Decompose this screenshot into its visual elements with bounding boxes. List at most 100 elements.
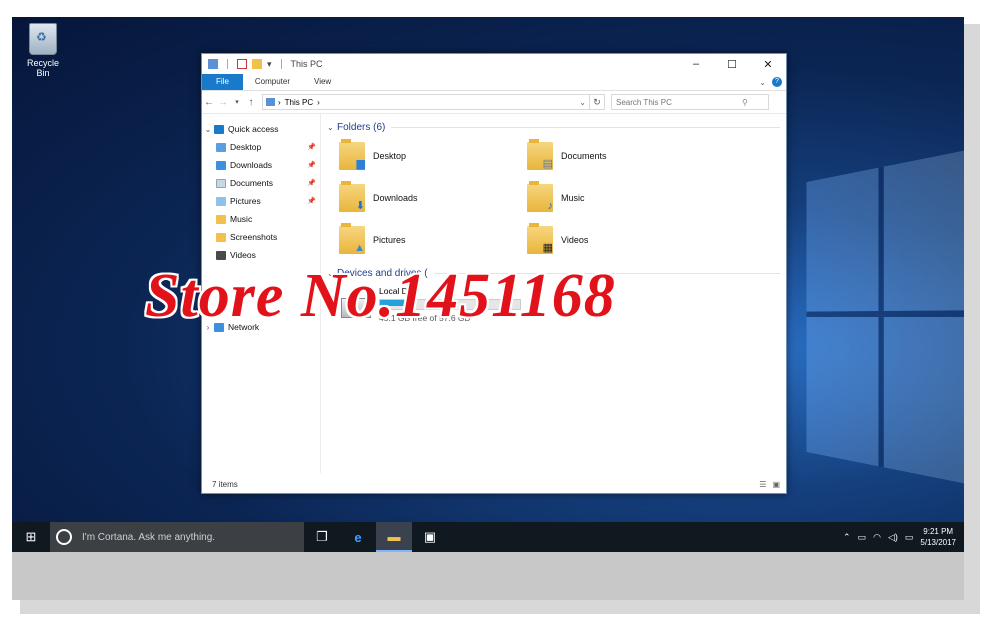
address-text: This PC <box>285 98 313 107</box>
downloads-folder-icon: ⬇ <box>339 184 365 212</box>
battery-icon[interactable]: ▭ <box>858 532 867 543</box>
details-view-icon[interactable]: ☰ <box>759 480 766 489</box>
this-pc-icon <box>208 59 218 69</box>
edge-icon: e <box>354 530 361 545</box>
notifications-icon[interactable]: ▭ <box>905 532 914 543</box>
documents-folder-icon: ▤ <box>527 142 553 170</box>
customize-toolbar-icon[interactable]: ▾ <box>267 59 272 70</box>
search-box: ⚲ <box>611 94 769 110</box>
ribbon-tabs: File Computer View ⌄ ? <box>202 74 786 91</box>
recycle-bin-shortcut[interactable]: Recycle Bin <box>20 23 66 78</box>
folder-downloads[interactable]: ⬇ Downloads <box>339 180 527 216</box>
nav-item-desktop[interactable]: Desktop 📌 <box>202 138 320 156</box>
refresh-icon: ↻ <box>593 97 601 108</box>
window-controls: – ☐ ✕ <box>678 58 786 71</box>
nav-item-pictures[interactable]: Pictures 📌 <box>202 192 320 210</box>
chevron-down-icon: ⌄ <box>327 123 337 132</box>
folder-videos[interactable]: ▦ Videos <box>527 222 715 258</box>
pin-icon: 📌 <box>307 143 316 151</box>
address-bar[interactable]: › This PC › ⌄ <box>262 94 590 110</box>
search-icon[interactable]: ⚲ <box>742 98 748 107</box>
recycle-bin-icon <box>29 23 57 55</box>
pictures-folder-icon <box>216 197 226 206</box>
maximize-button[interactable]: ☐ <box>714 58 750 71</box>
title-bar: ▾ This PC – ☐ ✕ <box>202 54 786 74</box>
address-dropdown-icon[interactable]: ⌄ <box>579 98 586 107</box>
tab-file[interactable]: File <box>202 74 243 90</box>
windows-wallpaper-logo <box>807 148 964 486</box>
folder-label: Documents <box>561 151 607 161</box>
nav-label: Quick access <box>228 124 279 134</box>
nav-label: Documents <box>230 178 273 188</box>
folders-section-header[interactable]: ⌄ Folders (6) <box>327 118 780 136</box>
nav-quick-access[interactable]: ⌄ Quick access <box>202 120 320 138</box>
expand-ribbon-icon[interactable]: ⌄ <box>759 78 766 87</box>
nav-label: Videos <box>230 250 256 260</box>
taskbar: ⊞ I'm Cortana. Ask me anything. ❐ e ▬ ▣ … <box>12 522 964 552</box>
documents-folder-icon <box>216 179 226 188</box>
folder-documents[interactable]: ▤ Documents <box>527 138 715 174</box>
nav-label: Desktop <box>230 142 261 152</box>
nav-item-downloads[interactable]: Downloads 📌 <box>202 156 320 174</box>
recycle-bin-label: Recycle Bin <box>27 58 59 78</box>
nav-label: Screenshots <box>230 232 277 242</box>
help-icon[interactable]: ? <box>772 77 782 87</box>
music-folder-icon: ♪ <box>527 184 553 212</box>
close-button[interactable]: ✕ <box>750 58 786 71</box>
up-icon[interactable]: ↑ <box>244 97 258 108</box>
chevron-right-icon[interactable]: › <box>317 98 320 107</box>
file-explorer-button[interactable]: ▬ <box>376 522 412 552</box>
folder-label: Desktop <box>373 151 406 161</box>
refresh-button[interactable]: ↻ <box>590 94 605 110</box>
volume-icon[interactable]: ◁) <box>888 532 898 543</box>
new-folder-icon[interactable] <box>252 59 262 69</box>
chevron-down-icon[interactable]: ⌄ <box>202 125 214 134</box>
clock-time: 9:21 PM <box>920 526 956 537</box>
pictures-folder-icon: ▲ <box>339 226 365 254</box>
task-view-button[interactable]: ❐ <box>304 522 340 552</box>
nav-label: Pictures <box>230 196 261 206</box>
divider <box>391 127 780 128</box>
cortana-placeholder: I'm Cortana. Ask me anything. <box>82 532 215 543</box>
divider <box>281 59 282 69</box>
minimize-button[interactable]: – <box>678 58 714 71</box>
properties-icon[interactable] <box>237 59 247 69</box>
recent-locations-icon[interactable]: ▾ <box>230 98 244 106</box>
item-count: 7 items <box>212 480 238 489</box>
edge-button[interactable]: e <box>340 522 376 552</box>
nav-item-music[interactable]: Music <box>202 210 320 228</box>
tab-view[interactable]: View <box>302 74 343 90</box>
folder-music[interactable]: ♪ Music <box>527 180 715 216</box>
chevron-right-icon: › <box>278 98 281 107</box>
store-bag-icon: ▣ <box>424 529 436 545</box>
search-input[interactable] <box>616 98 742 107</box>
store-button[interactable]: ▣ <box>412 522 448 552</box>
network-icon[interactable]: ◠ <box>873 532 881 543</box>
chevron-up-icon[interactable]: ⌃ <box>843 532 851 543</box>
cortana-search-box[interactable]: I'm Cortana. Ask me anything. <box>50 522 304 552</box>
nav-label: Downloads <box>230 160 272 170</box>
folders-grid: ▆ Desktop ▤ Documents ⬇ Downloads ♪ Musi… <box>339 138 780 258</box>
large-icons-view-icon[interactable]: ▣ <box>772 480 780 489</box>
folder-pictures[interactable]: ▲ Pictures <box>339 222 527 258</box>
music-folder-icon <box>216 215 226 224</box>
nav-item-screenshots[interactable]: Screenshots <box>202 228 320 246</box>
clock[interactable]: 9:21 PM 5/13/2017 <box>920 526 956 548</box>
status-bar: 7 items ☰ ▣ <box>202 475 786 493</box>
desktop-folder-icon <box>216 143 226 152</box>
folder-desktop[interactable]: ▆ Desktop <box>339 138 527 174</box>
forward-icon[interactable]: → <box>216 97 230 108</box>
address-row: ← → ▾ ↑ › This PC › ⌄ ↻ ⚲ <box>202 91 786 114</box>
desktop-folder-icon: ▆ <box>339 142 365 170</box>
clock-date: 5/13/2017 <box>920 537 956 548</box>
this-pc-icon <box>266 98 275 106</box>
tab-computer[interactable]: Computer <box>243 74 302 90</box>
start-button[interactable]: ⊞ <box>12 522 50 552</box>
folder-label: Pictures <box>373 235 406 245</box>
back-icon[interactable]: ← <box>202 97 216 108</box>
cortana-icon <box>56 529 72 545</box>
window-title: This PC <box>291 59 323 69</box>
folder-icon <box>216 233 226 242</box>
divider <box>227 59 228 69</box>
nav-item-documents[interactable]: Documents 📌 <box>202 174 320 192</box>
